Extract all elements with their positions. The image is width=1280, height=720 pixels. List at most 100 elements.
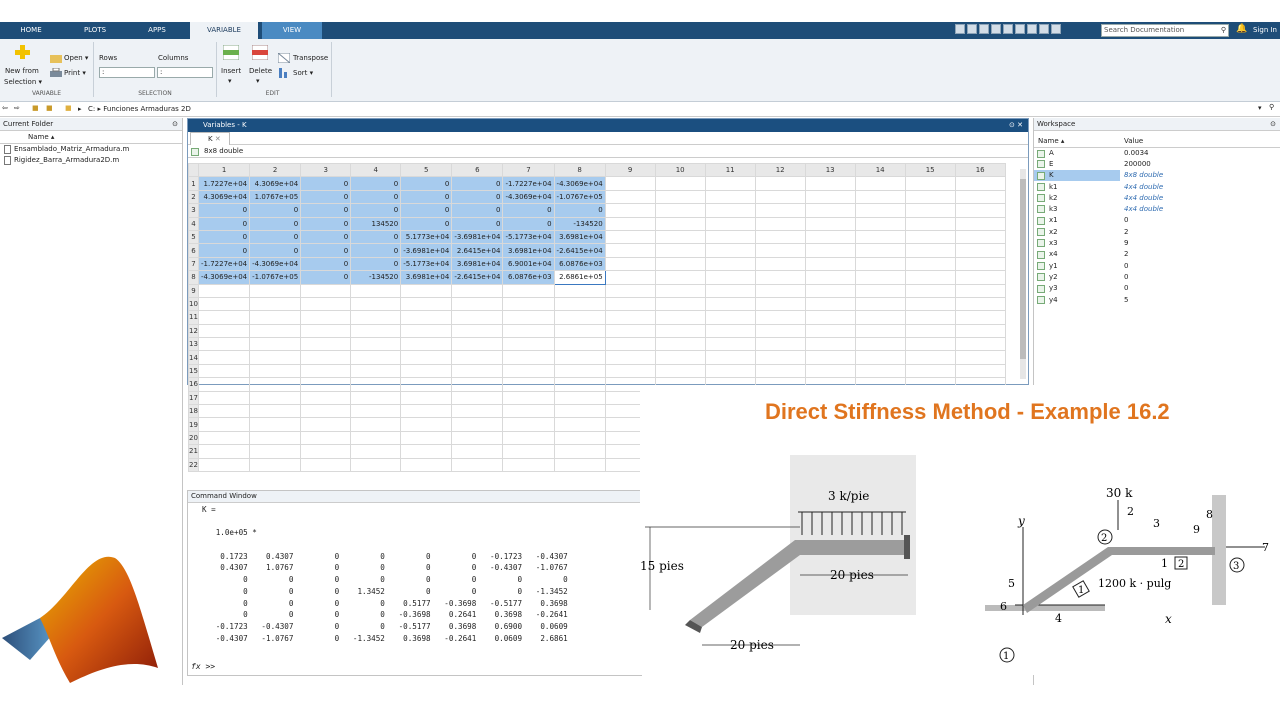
- grid-cell[interactable]: 0: [249, 229, 302, 245]
- grid-cell[interactable]: [804, 270, 856, 285]
- grid-cell[interactable]: [654, 323, 706, 339]
- grid-cell[interactable]: [754, 189, 806, 205]
- grid-cell[interactable]: 0: [400, 189, 453, 205]
- paste-icon[interactable]: [991, 24, 1001, 34]
- grid-cell[interactable]: [451, 283, 504, 298]
- grid-cell[interactable]: [502, 417, 555, 432]
- grid-cell[interactable]: [654, 350, 706, 365]
- grid-cell[interactable]: [400, 310, 453, 325]
- grid-cell[interactable]: 1.7227e+04: [197, 176, 251, 191]
- delete-button[interactable]: Delete: [249, 67, 272, 75]
- grid-cell[interactable]: [754, 337, 806, 352]
- grid-cell[interactable]: 0: [197, 243, 251, 258]
- grid-cell[interactable]: 6.0876e+03: [553, 256, 606, 272]
- grid-cell[interactable]: [300, 417, 352, 432]
- grid-column-header[interactable]: 5: [400, 162, 453, 178]
- grid-cell[interactable]: 0: [350, 229, 402, 245]
- grid-cell[interactable]: 0: [300, 270, 352, 285]
- grid-cell[interactable]: 0: [249, 243, 302, 258]
- grid-cell[interactable]: [604, 337, 656, 352]
- grid-cell[interactable]: 0: [553, 203, 606, 218]
- grid-cell[interactable]: [502, 323, 555, 339]
- grid-cell[interactable]: [704, 203, 756, 218]
- grid-column-header[interactable]: 13: [804, 162, 856, 178]
- grid-column-header[interactable]: 8: [553, 162, 606, 178]
- grid-cell[interactable]: [804, 337, 856, 352]
- grid-cell[interactable]: [854, 229, 906, 245]
- grid-cell[interactable]: [654, 203, 706, 218]
- workspace-row[interactable]: x4 2: [1034, 249, 1280, 260]
- grid-cell[interactable]: [604, 229, 656, 245]
- grid-cell[interactable]: 0: [451, 176, 504, 191]
- grid-cell[interactable]: 2.6861e+05: [553, 270, 606, 285]
- grid-cell[interactable]: [804, 350, 856, 365]
- grid-cell[interactable]: [904, 216, 956, 231]
- grid-cell[interactable]: [604, 296, 656, 312]
- workspace-row[interactable]: y1 0: [1034, 260, 1280, 271]
- grid-row-header[interactable]: 22: [188, 457, 199, 472]
- breadcrumb[interactable]: C: ▸ Funciones Armaduras 2D: [88, 105, 191, 113]
- tab-view[interactable]: VIEW: [262, 22, 322, 39]
- grid-cell[interactable]: [904, 283, 956, 298]
- forward-icon[interactable]: ⇨: [14, 104, 20, 112]
- grid-cell[interactable]: [249, 337, 302, 352]
- grid-cell[interactable]: 0: [197, 216, 251, 231]
- grid-cell[interactable]: [904, 176, 956, 191]
- grid-column-header[interactable]: 2: [249, 162, 302, 178]
- grid-cell[interactable]: [704, 310, 756, 325]
- grid-cell[interactable]: 0: [451, 189, 504, 205]
- grid-cell[interactable]: [400, 323, 453, 339]
- grid-cell[interactable]: [604, 350, 656, 365]
- workspace-row[interactable]: x3 9: [1034, 237, 1280, 248]
- grid-cell[interactable]: [300, 363, 352, 379]
- grid-cell[interactable]: [604, 270, 656, 285]
- grid-cell[interactable]: -4.3069e+04: [502, 189, 555, 205]
- grid-cell[interactable]: [854, 363, 906, 379]
- grid-cell[interactable]: [954, 216, 1006, 231]
- grid-row-header[interactable]: 3: [188, 203, 199, 218]
- grid-row-header[interactable]: 7: [188, 256, 199, 272]
- grid-cell[interactable]: 3.6981e+04: [451, 256, 504, 272]
- search-icon[interactable]: ⚲: [1221, 25, 1226, 36]
- settings-icon[interactable]: [1051, 24, 1061, 34]
- grid-cell[interactable]: [553, 296, 606, 312]
- grid-cell[interactable]: [804, 363, 856, 379]
- workspace-row[interactable]: k2 4x4 double: [1034, 192, 1280, 203]
- workspace-row[interactable]: K 8x8 double: [1034, 169, 1280, 181]
- grid-cell[interactable]: [553, 444, 606, 459]
- grid-cell[interactable]: [754, 216, 806, 231]
- panel-menu-icon[interactable]: ⊙: [1009, 121, 1015, 129]
- grid-cell[interactable]: 6.9001e+04: [502, 256, 555, 272]
- grid-cell[interactable]: 0: [300, 176, 352, 191]
- grid-cell[interactable]: [197, 350, 251, 365]
- grid-cell[interactable]: [654, 337, 706, 352]
- grid-cell[interactable]: [654, 176, 706, 191]
- grid-cell[interactable]: [197, 444, 251, 459]
- breadcrumb-drive[interactable]: C:: [88, 105, 95, 113]
- switch-windows-icon[interactable]: [1027, 24, 1037, 34]
- grid-cell[interactable]: [197, 296, 251, 312]
- grid-cell[interactable]: [604, 256, 656, 272]
- help-icon[interactable]: [1039, 24, 1049, 34]
- tab-apps[interactable]: APPS: [135, 22, 179, 39]
- grid-cell[interactable]: [451, 417, 504, 432]
- columns-input[interactable]: :: [157, 67, 213, 78]
- grid-row-header[interactable]: 19: [188, 417, 199, 432]
- grid-cell[interactable]: [197, 417, 251, 432]
- grid-cell[interactable]: -4.3069e+04: [249, 256, 302, 272]
- grid-cell[interactable]: [400, 390, 453, 406]
- grid-cell[interactable]: [197, 430, 251, 446]
- grid-cell[interactable]: [249, 323, 302, 339]
- grid-cell[interactable]: [654, 229, 706, 245]
- chevron-down-icon[interactable]: ▾: [228, 77, 232, 85]
- grid-cell[interactable]: [954, 323, 1006, 339]
- grid-cell[interactable]: [854, 296, 906, 312]
- grid-cell[interactable]: [249, 444, 302, 459]
- grid-column-header[interactable]: 1: [197, 162, 251, 178]
- grid-cell[interactable]: [451, 296, 504, 312]
- grid-cell[interactable]: [654, 256, 706, 272]
- grid-cell[interactable]: [954, 270, 1006, 285]
- grid-cell[interactable]: [197, 323, 251, 339]
- grid-cell[interactable]: [954, 310, 1006, 325]
- grid-cell[interactable]: [249, 377, 302, 392]
